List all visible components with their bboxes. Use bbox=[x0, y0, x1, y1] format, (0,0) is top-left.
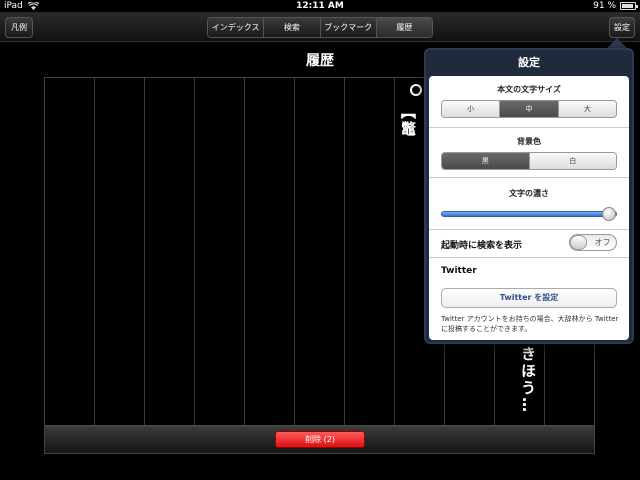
screen: iPad 12:11 AM 91 % 凡例 インデックス 検索 ブックマーク 履… bbox=[0, 0, 640, 480]
top-toolbar: 凡例 インデックス 検索 ブックマーク 履歴 設定 bbox=[0, 12, 640, 42]
settings-panel: 本文の文字サイズ 小 中 大 背景色 黒 白 文字の濃さ 起動時に検索を表示 オ… bbox=[429, 76, 629, 340]
entry-marker-icon bbox=[410, 84, 422, 96]
background-white[interactable]: 白 bbox=[529, 153, 616, 169]
text-density-label: 文字の濃さ bbox=[509, 189, 549, 198]
font-size-small[interactable]: 小 bbox=[442, 101, 501, 117]
settings-button[interactable]: 設定 bbox=[609, 17, 635, 38]
font-size-label: 本文の文字サイズ bbox=[497, 85, 561, 94]
twitter-section: Twitter Twitter を設定 Twitter アカウントをお持ちの場合… bbox=[429, 258, 629, 340]
history-column[interactable] bbox=[244, 78, 294, 425]
text-density-slider[interactable] bbox=[441, 207, 617, 221]
legend-button[interactable]: 凡例 bbox=[5, 17, 33, 38]
twitter-heading: Twitter bbox=[441, 266, 477, 276]
battery-percent: 91 % bbox=[593, 1, 616, 11]
popover-title: 設定 bbox=[518, 56, 540, 69]
twitter-setup-button[interactable]: Twitter を設定 bbox=[441, 288, 617, 308]
tab-segmented-control: インデックス 検索 ブックマーク 履歴 bbox=[207, 17, 433, 38]
tab-search[interactable]: 検索 bbox=[264, 18, 321, 37]
background-control: 黒 白 bbox=[441, 152, 617, 170]
battery-icon bbox=[620, 2, 638, 10]
slider-knob[interactable] bbox=[602, 207, 616, 221]
clock: 12:11 AM bbox=[296, 1, 344, 11]
history-column[interactable] bbox=[94, 78, 144, 425]
switch-knob bbox=[570, 235, 587, 250]
search-on-launch-switch[interactable]: オフ bbox=[569, 234, 617, 251]
history-column[interactable] bbox=[144, 78, 194, 425]
tab-bookmarks[interactable]: ブックマーク bbox=[320, 18, 377, 37]
background-section: 背景色 黒 白 bbox=[429, 128, 629, 178]
background-label: 背景色 bbox=[517, 137, 541, 146]
switch-state-label: オフ bbox=[594, 238, 611, 247]
history-entry-text[interactable]: 【鼈 bbox=[398, 104, 419, 138]
font-size-medium[interactable]: 中 bbox=[500, 101, 559, 117]
settings-popover: 設定 本文の文字サイズ 小 中 大 背景色 黒 白 文字の濃さ 起動時に検索を表… bbox=[424, 48, 634, 344]
tab-history[interactable]: 履歴 bbox=[376, 18, 432, 37]
twitter-description: Twitter アカウントをお持ちの場合、大辞林から Twitter に投稿する… bbox=[441, 315, 619, 333]
delete-button[interactable]: 削除 (2) bbox=[275, 431, 365, 448]
text-density-section: 文字の濃さ bbox=[429, 178, 629, 230]
search-on-launch-label: 起動時に検索を表示 bbox=[441, 241, 523, 251]
history-column[interactable] bbox=[344, 78, 394, 425]
status-bar: iPad 12:11 AM 91 % bbox=[0, 0, 640, 12]
font-size-section: 本文の文字サイズ 小 中 大 bbox=[429, 76, 629, 128]
background-black[interactable]: 黒 bbox=[442, 153, 530, 169]
history-column[interactable] bbox=[194, 78, 244, 425]
tab-index[interactable]: インデックス bbox=[208, 18, 265, 37]
font-size-control: 小 中 大 bbox=[441, 100, 617, 118]
history-entry-text[interactable]: きほう… bbox=[518, 346, 539, 414]
search-on-launch-row: 起動時に検索を表示 オフ bbox=[429, 230, 629, 258]
history-column[interactable] bbox=[45, 78, 94, 425]
history-column[interactable] bbox=[294, 78, 344, 425]
font-size-large[interactable]: 大 bbox=[558, 101, 616, 117]
